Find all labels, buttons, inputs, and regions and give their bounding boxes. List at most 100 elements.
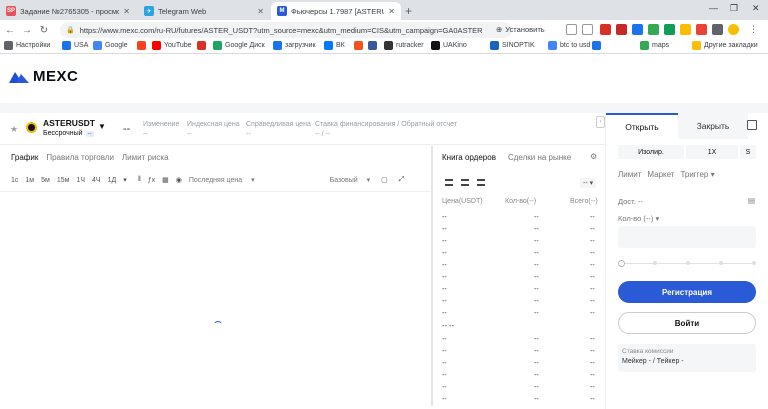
view-both-icon[interactable]: [445, 179, 453, 186]
view-asks-icon[interactable]: [477, 179, 485, 186]
order-book-row[interactable]: -- -- --: [442, 360, 600, 371]
bookmark-item[interactable]: rutracker: [384, 41, 424, 50]
order-book-row[interactable]: -- -- --: [442, 214, 600, 225]
bookmark-item[interactable]: btc to usd: [548, 41, 590, 50]
interval-4h[interactable]: 4Ч: [92, 177, 101, 184]
extension-icon[interactable]: [696, 24, 707, 35]
slider-handle[interactable]: [618, 260, 625, 267]
minimize-icon[interactable]: —: [709, 3, 718, 13]
slider-tick[interactable]: [686, 261, 690, 265]
bookmark-item[interactable]: Google Диск: [213, 41, 265, 50]
order-book-settings-icon[interactable]: ⚙: [590, 152, 597, 161]
extension-icon[interactable]: [632, 24, 643, 35]
order-book-row[interactable]: -- -- --: [442, 396, 600, 407]
order-book-row[interactable]: -- -- --: [442, 298, 600, 309]
order-book-row[interactable]: -- -- --: [442, 250, 600, 261]
order-type-trigger[interactable]: Триггер ▾: [680, 170, 714, 179]
bookmark-item[interactable]: [197, 41, 209, 50]
bookmark-item[interactable]: UAKino: [431, 41, 467, 50]
window-close-icon[interactable]: ✕: [752, 3, 760, 14]
profile-avatar[interactable]: [728, 24, 739, 35]
quantity-label[interactable]: Кол-во (--) ▾: [618, 214, 659, 223]
margin-mode-button[interactable]: Изолир.: [618, 145, 684, 159]
symbol-name[interactable]: ASTERUSDT: [43, 118, 95, 128]
mexc-logo[interactable]: MEXC: [9, 68, 78, 85]
bookmark-item[interactable]: [592, 41, 604, 50]
view-select[interactable]: Базовый ▾: [330, 176, 371, 184]
close-icon[interactable]: ✕: [123, 7, 130, 16]
interval-dropdown-icon[interactable]: ▾: [123, 176, 127, 184]
tab-market-trades[interactable]: Сделки на рынке: [508, 153, 571, 162]
install-app-button[interactable]: ⊕ Установить: [496, 25, 545, 34]
settings-icon[interactable]: ▢: [381, 176, 388, 184]
order-book-row[interactable]: -- -- --: [442, 384, 600, 395]
order-type-limit[interactable]: Лимит: [618, 170, 641, 179]
slider-tick[interactable]: [752, 261, 756, 265]
extension-icon[interactable]: [680, 24, 691, 35]
precision-select[interactable]: -- ▾: [580, 178, 597, 188]
leverage-button[interactable]: 1X: [686, 145, 738, 159]
tab-trading-rules[interactable]: Правила торговли: [46, 153, 114, 162]
puzzle-icon[interactable]: [712, 24, 723, 35]
bookmark-item[interactable]: загрузчик: [273, 41, 316, 50]
forward-icon[interactable]: →: [20, 25, 34, 36]
extension-icon[interactable]: [664, 24, 675, 35]
order-book-row[interactable]: -- -- --: [442, 348, 600, 359]
close-icon[interactable]: ✕: [257, 7, 264, 16]
back-icon[interactable]: ←: [3, 25, 17, 36]
view-bids-icon[interactable]: [461, 179, 469, 186]
extension-icon[interactable]: [648, 24, 659, 35]
bookmark-item[interactable]: YouTube: [152, 41, 192, 50]
order-book-row[interactable]: -- -- --: [442, 286, 600, 297]
symbol-dropdown-icon[interactable]: ▼: [98, 122, 106, 131]
price-type-select[interactable]: Последняя цена ▾: [189, 176, 255, 184]
favorite-star-icon[interactable]: ★: [10, 124, 18, 135]
bookmark-item[interactable]: maps: [640, 41, 669, 50]
other-bookmarks[interactable]: Другие закладки: [692, 41, 758, 50]
browser-tab-telegram[interactable]: ✈ Telegram Web ✕: [138, 2, 270, 20]
bookmark-star-icon[interactable]: [582, 24, 593, 35]
order-book-row[interactable]: -- -- --: [442, 226, 600, 237]
ticker-expand-icon[interactable]: ›: [596, 116, 605, 128]
transfer-icon[interactable]: ▤: [748, 196, 755, 205]
maximize-icon[interactable]: ❐: [730, 3, 738, 14]
login-button[interactable]: Войти: [618, 312, 756, 334]
order-book-row[interactable]: -- -- --: [442, 274, 600, 285]
bookmark-item[interactable]: [137, 41, 149, 50]
bookmark-item[interactable]: ВК: [324, 41, 345, 50]
interval-1s[interactable]: 1с: [11, 177, 18, 184]
register-button[interactable]: Регистрация: [618, 281, 756, 303]
calculator-icon[interactable]: [747, 120, 757, 130]
share-icon[interactable]: [566, 24, 577, 35]
tab-open[interactable]: Открыть: [606, 113, 678, 139]
indicators-icon[interactable]: ƒx: [148, 177, 155, 184]
order-book-row[interactable]: -- -- --: [442, 310, 600, 321]
s-button[interactable]: S: [740, 145, 756, 159]
slider-tick[interactable]: [653, 261, 657, 265]
extension-icon[interactable]: [600, 24, 611, 35]
camera-icon[interactable]: ◉: [176, 176, 182, 184]
order-type-market[interactable]: Маркет: [647, 170, 674, 179]
close-icon[interactable]: ✕: [388, 7, 395, 16]
menu-icon[interactable]: ⋮: [748, 24, 759, 35]
new-tab-button[interactable]: +: [405, 4, 412, 18]
candle-type-icon[interactable]: ⫴: [138, 176, 141, 184]
fullscreen-icon[interactable]: ⤢: [399, 176, 405, 184]
bookmark-item[interactable]: SINOPTIK: [490, 41, 535, 50]
order-book-row[interactable]: -- -- --: [442, 372, 600, 383]
order-book-row[interactable]: -- -- --: [442, 336, 600, 347]
bookmark-item[interactable]: [354, 41, 366, 50]
tab-close[interactable]: Закрыть: [678, 113, 748, 139]
interval-5m[interactable]: 5м: [41, 177, 50, 184]
tab-risk-limit[interactable]: Лимит риска: [122, 153, 169, 162]
bookmark-item[interactable]: Настройки: [4, 41, 50, 50]
quantity-slider[interactable]: [618, 260, 756, 267]
browser-tab-mexc[interactable]: M Фьючерсы 1.7987 [ASTERUSDT], М ✕: [271, 2, 401, 20]
reload-icon[interactable]: ↻: [37, 25, 51, 36]
tab-chart[interactable]: График: [11, 153, 38, 162]
quantity-input[interactable]: [618, 226, 756, 248]
bookmark-item[interactable]: [368, 41, 380, 50]
order-book-row[interactable]: -- -- --: [442, 262, 600, 273]
tab-order-book[interactable]: Книга ордеров: [442, 153, 496, 162]
interval-1h[interactable]: 1Ч: [76, 177, 85, 184]
